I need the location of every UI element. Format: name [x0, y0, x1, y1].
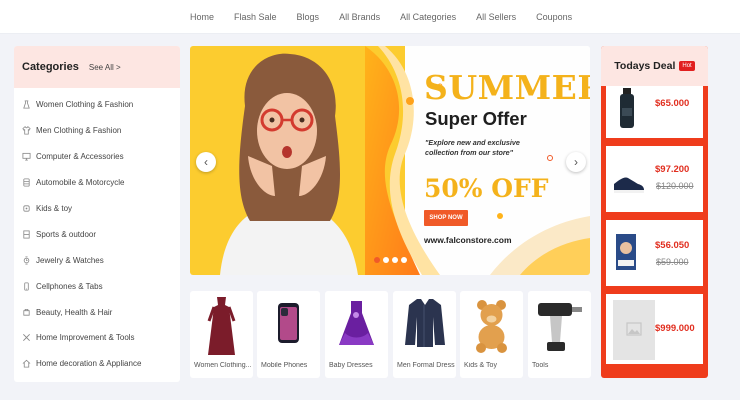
categories-panel: Categories See All > Women Clothing & Fa…: [14, 46, 180, 382]
sports-icon: [22, 230, 31, 239]
deal-item-1[interactable]: $65.000: [606, 86, 703, 138]
slider-dot-3[interactable]: [392, 257, 398, 263]
category-label: Home Improvement & Tools: [36, 333, 135, 343]
nav-all-brands[interactable]: All Brands: [339, 12, 380, 22]
deal-price: $65.000: [655, 98, 690, 109]
banner-description: "Explore new and exclusive collection fr…: [425, 138, 520, 157]
shirt-icon: [405, 299, 445, 347]
category-label: Home decoration & Appliance: [36, 359, 142, 369]
hot-badge: Hot: [679, 61, 695, 71]
category-label: Beauty, Health & Hair: [36, 307, 113, 317]
slider-dot-4[interactable]: [401, 257, 407, 263]
category-label: Automobile & Motorcycle: [36, 178, 125, 188]
toy-icon: [22, 204, 31, 213]
category-label: Computer & Accessories: [36, 152, 124, 162]
shoe-icon: [614, 177, 644, 193]
bottle-icon: [620, 88, 634, 128]
category-list: Women Clothing & Fashion Men Clothing & …: [14, 88, 180, 377]
banner-prev-button[interactable]: ‹: [196, 152, 216, 172]
product-card-men-formal[interactable]: Men Formal Dress: [393, 291, 456, 378]
phone-icon: [278, 303, 299, 343]
home-icon: [22, 359, 31, 368]
category-item-home-improvement[interactable]: Home Improvement & Tools: [14, 325, 180, 351]
category-label: Sports & outdoor: [36, 229, 97, 239]
category-item-jewelry[interactable]: Jewelry & Watches: [14, 247, 180, 273]
category-label: Cellphones & Tabs: [36, 281, 103, 291]
shirt-icon: [22, 126, 31, 135]
chevron-right-icon: ›: [574, 155, 578, 169]
nav-blogs[interactable]: Blogs: [297, 12, 320, 22]
deal-item-2[interactable]: $97.200 $120.000: [606, 146, 703, 212]
category-label: Jewelry & Watches: [36, 255, 104, 265]
deal-price: $999.000: [655, 323, 695, 334]
product-card-mobile-phones[interactable]: Mobile Phones: [257, 291, 320, 378]
banner-next-button[interactable]: ›: [566, 152, 586, 172]
nav-coupons[interactable]: Coupons: [536, 12, 572, 22]
product-name: Men Formal Dress: [397, 362, 455, 369]
category-item-automobile[interactable]: Automobile & Motorcycle: [14, 170, 180, 196]
product-name: Baby Dresses: [329, 362, 373, 369]
car-icon: [22, 178, 31, 187]
nav-all-categories[interactable]: All Categories: [400, 12, 456, 22]
tools-icon: [22, 333, 31, 342]
phone-icon: [22, 282, 31, 291]
deal-price: $56.050: [655, 240, 690, 251]
categories-title: Categories: [22, 61, 79, 73]
banner-title: SUMMER: [424, 68, 590, 107]
product-card-women-clothing[interactable]: Women Clothing...: [190, 291, 253, 378]
category-item-kids-toy[interactable]: Kids & toy: [14, 196, 180, 222]
category-item-beauty[interactable]: Beauty, Health & Hair: [14, 299, 180, 325]
drill-icon: [538, 303, 582, 351]
slider-dots: [374, 257, 410, 263]
banner-offer: 50% OFF: [424, 174, 549, 203]
deal-old-price: $59.000: [656, 257, 689, 267]
see-all-link[interactable]: See All >: [89, 63, 121, 72]
deal-old-price: $120.000: [656, 181, 694, 191]
product-name: Kids & Toy: [464, 362, 497, 369]
todays-deal-header: Todays Deal Hot: [601, 46, 708, 86]
dress-icon: [207, 297, 236, 355]
category-label: Women Clothing & Fashion: [36, 100, 134, 110]
dress-icon: [22, 100, 31, 109]
slider-dot-1[interactable]: [374, 257, 380, 263]
beauty-icon: [22, 308, 31, 317]
category-item-home-decoration[interactable]: Home decoration & Appliance: [14, 351, 180, 377]
deal-price: $97.200: [655, 164, 690, 175]
banner-subtitle: Super Offer: [425, 108, 527, 129]
dress-icon: [339, 301, 374, 345]
product-card-baby-dresses[interactable]: Baby Dresses: [325, 291, 388, 378]
nav-links: Home Flash Sale Blogs All Brands All Cat…: [190, 0, 592, 34]
product-card-kids-toy[interactable]: Kids & Toy: [460, 291, 523, 378]
category-item-sports[interactable]: Sports & outdoor: [14, 221, 180, 247]
nav-flash-sale[interactable]: Flash Sale: [234, 12, 277, 22]
image-placeholder-icon: [613, 300, 655, 360]
nav-home[interactable]: Home: [190, 12, 214, 22]
watch-icon: [22, 256, 31, 265]
category-item-cellphones[interactable]: Cellphones & Tabs: [14, 273, 180, 299]
category-item-men-clothing[interactable]: Men Clothing & Fashion: [14, 118, 180, 144]
category-item-computer[interactable]: Computer & Accessories: [14, 144, 180, 170]
slider-dot-2[interactable]: [383, 257, 389, 263]
chevron-left-icon: ‹: [204, 155, 208, 169]
category-label: Men Clothing & Fashion: [36, 126, 122, 136]
top-navigation: Home Flash Sale Blogs All Brands All Cat…: [0, 0, 740, 34]
hero-banner[interactable]: ‹ › SUMMER Super Offer "Explore new and …: [190, 46, 590, 275]
todays-deal-title: Todays Deal: [614, 60, 676, 72]
shop-now-button[interactable]: SHOP NOW: [424, 210, 468, 226]
monitor-icon: [22, 152, 31, 161]
categories-header: Categories See All >: [14, 46, 180, 88]
category-item-women-clothing[interactable]: Women Clothing & Fashion: [14, 92, 180, 118]
category-label: Kids & toy: [36, 204, 73, 213]
teddy-bear-icon: [476, 300, 507, 353]
banner-website: www.falconstore.com: [424, 235, 512, 245]
product-card-tools[interactable]: Tools: [528, 291, 591, 378]
product-name: Mobile Phones: [261, 362, 308, 369]
deal-item-4[interactable]: $999.000: [606, 294, 703, 364]
book-icon: [616, 234, 636, 270]
product-name: Tools: [532, 362, 549, 369]
deal-item-3[interactable]: $56.050 $59.000: [606, 220, 703, 286]
todays-deal-panel: Todays Deal Hot $65.000 $97.200 $120.000…: [601, 46, 708, 378]
nav-all-sellers[interactable]: All Sellers: [476, 12, 516, 22]
product-name: Women Clothing...: [194, 362, 252, 369]
